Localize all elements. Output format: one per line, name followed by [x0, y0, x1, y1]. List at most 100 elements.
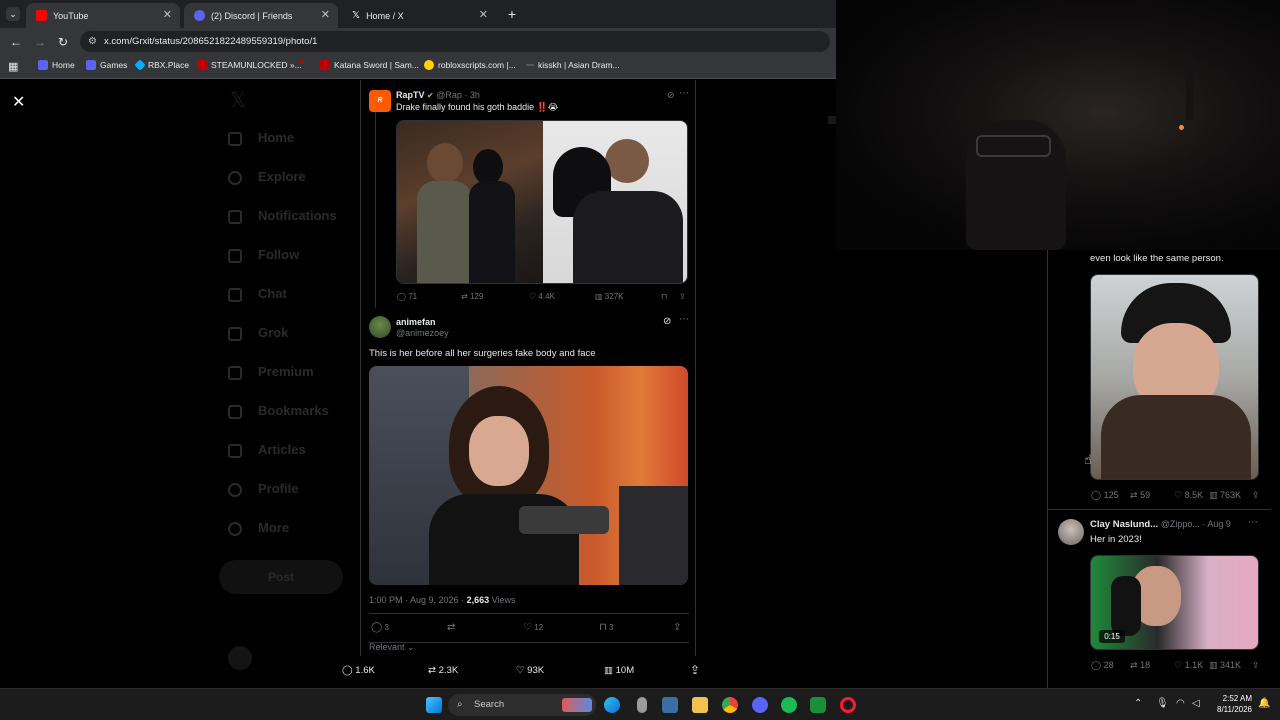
wifi-icon[interactable]: ◠: [1176, 698, 1185, 709]
bookmark-icon[interactable]: ⊓: [661, 292, 667, 301]
divider: [369, 642, 689, 643]
tab-title: YouTube: [53, 10, 89, 21]
opera-icon[interactable]: [840, 697, 856, 713]
quoted-post-media[interactable]: [396, 120, 688, 284]
premium-icon: [228, 366, 242, 380]
reply-photo[interactable]: [1090, 274, 1259, 480]
quoted-reply-action[interactable]: ◯ 71: [397, 292, 417, 301]
author-avatar[interactable]: [369, 316, 391, 338]
more-options-icon[interactable]: ⋯: [679, 314, 689, 325]
quoted-views-action[interactable]: ▥ 327K: [595, 292, 623, 301]
notification-bell-icon[interactable]: 🔔: [1258, 698, 1270, 709]
reply-author-name[interactable]: Clay Naslund...: [1090, 519, 1158, 530]
like-action[interactable]: ♡ 8.5K: [1174, 490, 1203, 501]
post-photo[interactable]: [369, 366, 688, 585]
volume-icon[interactable]: ◁: [1192, 698, 1200, 709]
like-action[interactable]: ♡ 12: [523, 622, 543, 633]
windows-start-icon[interactable]: [426, 697, 442, 713]
reply-action[interactable]: ◯ 125: [1091, 490, 1119, 501]
repost-icon: ⇄: [1130, 490, 1138, 500]
media-photo-left[interactable]: [397, 121, 543, 283]
repost-action[interactable]: ⇄ 18: [1130, 660, 1150, 671]
bookmark-rbxplace[interactable]: RBX.Place: [134, 59, 189, 71]
photo-repost-action[interactable]: ⇄ 2.3K: [428, 665, 458, 676]
taskbar-search[interactable]: ⌕ Search: [448, 694, 596, 716]
reload-icon[interactable]: ↻: [58, 35, 68, 49]
repost-action[interactable]: ⇄ 59: [1130, 490, 1150, 501]
reply-video[interactable]: 0:15: [1090, 555, 1259, 650]
chrome-icon[interactable]: [722, 697, 738, 713]
site-info-icon[interactable]: ⚙: [88, 31, 97, 52]
tab-x[interactable]: 𝕏 Home / X ✕: [342, 3, 496, 28]
mouse-app-icon[interactable]: [637, 697, 647, 713]
bookmark-steamunlocked[interactable]: STEAMUNLOCKED »...: [197, 60, 302, 70]
views-action[interactable]: ▥ 341K: [1209, 660, 1241, 671]
new-tab-button[interactable]: +: [504, 6, 520, 22]
back-icon[interactable]: ←: [10, 35, 22, 49]
bookmark-action[interactable]: ⊓ 3: [599, 622, 614, 633]
nav-chat: Chat: [258, 286, 287, 301]
tab-search-chevron-icon[interactable]: ⌄: [6, 7, 20, 21]
profile-icon: [228, 483, 242, 497]
forward-icon[interactable]: →: [34, 35, 46, 49]
more-options-icon[interactable]: ⋯: [679, 88, 689, 99]
edge-icon[interactable]: [604, 697, 620, 713]
views-count: 763K: [1220, 490, 1242, 500]
heart-icon: ♡: [529, 292, 537, 301]
photo-like-action[interactable]: ♡ 93K: [516, 665, 544, 676]
photo-views-action[interactable]: ▥ 10M: [604, 665, 634, 676]
close-tab-icon[interactable]: ✕: [321, 8, 330, 21]
reply-action[interactable]: ◯ 3: [371, 622, 389, 633]
reply-icon: ◯: [342, 665, 353, 676]
tab-youtube[interactable]: YouTube ✕: [26, 3, 180, 28]
bookmark-red-dot[interactable]: [300, 60, 308, 64]
author-name[interactable]: animefan: [396, 317, 436, 327]
close-tab-icon[interactable]: ✕: [163, 8, 172, 21]
discord-icon: [194, 10, 205, 21]
views-icon: ▥: [1209, 660, 1218, 670]
taskbar-clock[interactable]: 2:52 AM 8/11/2026: [1206, 693, 1252, 715]
share-icon[interactable]: ⇪: [1252, 490, 1260, 501]
author-handle[interactable]: @animezoey: [396, 328, 449, 338]
microphone-icon[interactable]: 🎙: [1156, 698, 1169, 709]
bookmark-kisskh[interactable]: kisskh | Asian Dram...: [526, 60, 620, 70]
views-count: 10M: [615, 665, 635, 676]
url-text: x.com/Grxit/status/2086521822489559319/p…: [104, 36, 318, 47]
bookmark-games[interactable]: Games: [86, 60, 127, 70]
photos-icon[interactable]: [662, 697, 678, 713]
tray-chevron-icon[interactable]: ⌃: [1134, 698, 1142, 709]
share-icon[interactable]: ⇪: [673, 622, 681, 633]
quoted-like-action[interactable]: ♡ 4.4K: [529, 292, 555, 301]
grok-analyze-icon[interactable]: ⊘: [667, 90, 675, 101]
share-icon[interactable]: ⇪: [679, 292, 686, 301]
photo-reply-action[interactable]: ◯ 1.6K: [342, 665, 375, 676]
replies-column: even look like the same person. ◯ 125 ⇄ …: [1047, 250, 1271, 688]
discord-icon[interactable]: [752, 697, 768, 713]
app-icon[interactable]: [810, 697, 826, 713]
reply-avatar[interactable]: [1058, 519, 1084, 545]
grok-analyze-icon[interactable]: ⊘: [663, 316, 671, 327]
url-field[interactable]: ⚙ x.com/Grxit/status/2086521822489559319…: [80, 31, 830, 52]
repost-icon[interactable]: ⇄: [447, 622, 455, 633]
views-action[interactable]: ▥ 763K: [1209, 490, 1241, 501]
raptv-avatar[interactable]: R: [369, 90, 391, 112]
nav-grok: Grok: [258, 325, 289, 340]
like-action[interactable]: ♡ 1.1K: [1174, 660, 1203, 671]
file-explorer-icon[interactable]: [692, 697, 708, 713]
bookmark-home[interactable]: Home: [38, 60, 75, 70]
sort-dropdown[interactable]: Relevant ⌄: [369, 642, 415, 653]
quoted-repost-action[interactable]: ⇄ 129: [461, 292, 483, 301]
reply-action[interactable]: ◯ 28: [1091, 660, 1114, 671]
spotify-icon[interactable]: [781, 697, 797, 713]
close-photo-icon[interactable]: ✕: [12, 92, 25, 112]
share-icon[interactable]: ⇪: [690, 663, 700, 677]
share-icon[interactable]: ⇪: [1252, 660, 1260, 671]
bookmark-katana[interactable]: Katana Sword | Sam...: [320, 60, 419, 70]
more-options-icon[interactable]: ⋯: [1248, 517, 1258, 528]
media-photo-right[interactable]: [543, 121, 687, 283]
bookmark-robloxscripts[interactable]: robloxscripts.com |...: [424, 60, 516, 70]
quoted-author-name[interactable]: RapTV: [396, 90, 425, 100]
tab-discord[interactable]: (2) Discord | Friends ✕: [184, 3, 338, 28]
close-tab-icon[interactable]: ✕: [479, 8, 488, 21]
apps-grid-icon[interactable]: ▦: [8, 60, 18, 73]
